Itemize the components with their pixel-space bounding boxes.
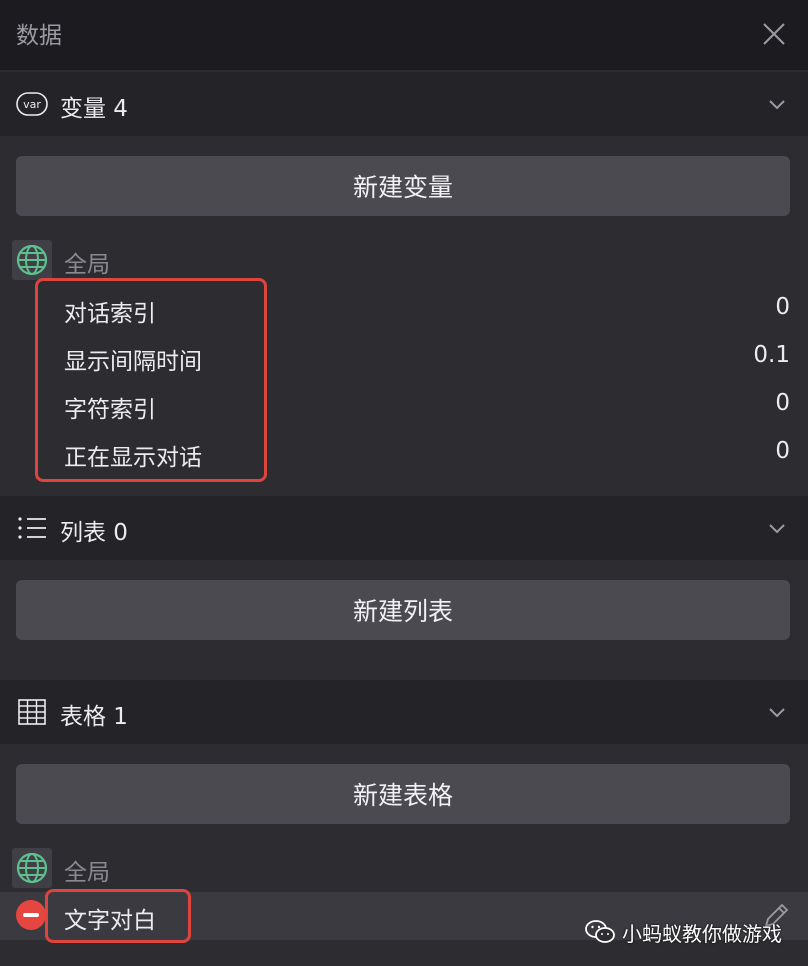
new-list-button[interactable]: 新建列表: [16, 580, 790, 640]
globe-icon: [12, 240, 52, 280]
scope-label: 全局: [64, 252, 110, 278]
variable-value[interactable]: 0: [775, 294, 790, 320]
var-icon: var: [16, 92, 48, 116]
variables-section-header[interactable]: var 变量 4: [0, 72, 808, 136]
chevron-down-icon[interactable]: [768, 521, 786, 535]
watermark: 小蚂蚁教你做游戏: [584, 914, 794, 950]
variable-value[interactable]: 0.1: [753, 342, 790, 368]
tables-section-header[interactable]: 表格 1: [0, 680, 808, 744]
panel-header: 数据: [0, 0, 808, 70]
new-variable-button[interactable]: 新建变量: [16, 156, 790, 216]
variables-section-title: 变量 4: [60, 96, 128, 122]
variables-highlight-annotation: [35, 278, 267, 482]
watermark-text: 小蚂蚁教你做游戏: [622, 921, 782, 946]
lists-section-header[interactable]: 列表 0: [0, 496, 808, 560]
chevron-down-icon[interactable]: [768, 97, 786, 111]
table-grid-icon: [18, 699, 46, 725]
chevron-down-icon[interactable]: [768, 705, 786, 719]
panel-title: 数据: [16, 23, 62, 49]
variable-value[interactable]: 0: [775, 390, 790, 416]
tables-section-title: 表格 1: [60, 704, 128, 730]
close-icon[interactable]: [760, 20, 788, 48]
lists-section-title: 列表 0: [60, 520, 128, 546]
list-icon: [18, 517, 46, 539]
variables-scope-global: 全局: [12, 240, 312, 280]
globe-icon: [12, 848, 52, 888]
variable-value[interactable]: 0: [775, 438, 790, 464]
svg-text:var: var: [23, 98, 41, 111]
wechat-icon: [585, 920, 615, 943]
new-table-button[interactable]: 新建表格: [16, 764, 790, 824]
scope-label: 全局: [64, 860, 110, 886]
remove-icon[interactable]: [16, 900, 46, 930]
tables-scope-global: 全局: [12, 848, 312, 888]
table-item-highlight-annotation: [45, 889, 191, 943]
